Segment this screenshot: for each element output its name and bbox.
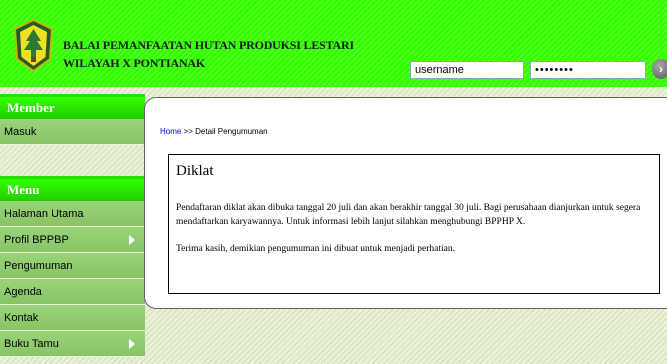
password-input[interactable] xyxy=(530,61,646,79)
org-name-line2: WILAYAH X PONTIANAK xyxy=(63,56,206,70)
sidebar: Member Masuk Menu Halaman Utama Profil B… xyxy=(0,94,145,357)
announcement-paragraph: Pendaftaran diklat akan dibuka tanggal 2… xyxy=(176,203,641,227)
breadcrumb-current: >> Detail Pengumuman xyxy=(181,127,268,136)
sidebar-item-label: Agenda xyxy=(4,286,42,298)
sidebar-item-kontak[interactable]: Kontak xyxy=(0,305,145,331)
sidebar-item-label: Halaman Utama xyxy=(4,208,84,220)
menu-heading: Menu xyxy=(0,176,145,201)
breadcrumb: Home >> Detail Pengumuman xyxy=(160,127,268,136)
sidebar-item-masuk[interactable]: Masuk xyxy=(0,119,145,145)
chevron-right-icon: › xyxy=(659,62,663,76)
sidebar-item-label: Pengumuman xyxy=(4,260,73,272)
sidebar-item-agenda[interactable]: Agenda xyxy=(0,279,145,305)
site-header: BALAI PEMANFAATAN HUTAN PRODUKSI LESTARI… xyxy=(0,0,667,87)
sidebar-item-label: Kontak xyxy=(4,312,39,324)
login-button[interactable]: › xyxy=(652,59,667,79)
org-name-line1: BALAI PEMANFAATAN HUTAN PRODUKSI LESTARI xyxy=(63,38,354,52)
submenu-arrow-icon xyxy=(127,338,135,350)
sidebar-item-label: Profil BPPBP xyxy=(4,234,69,246)
tree-emblem-icon xyxy=(13,19,54,72)
announcement-paragraph: Terima kasih, demikian pengumuman ini di… xyxy=(176,244,455,254)
sidebar-item-label: Masuk xyxy=(4,126,37,138)
submenu-arrow-icon xyxy=(127,234,135,246)
sidebar-item-buku-tamu[interactable]: Buku Tamu xyxy=(0,331,145,357)
username-input[interactable] xyxy=(410,61,524,79)
member-heading: Member xyxy=(0,94,145,119)
main-panel: Home >> Detail Pengumuman Diklat Pendaft… xyxy=(144,97,667,309)
sidebar-item-pengumuman[interactable]: Pengumuman xyxy=(0,253,145,279)
announcement-body: Pendaftaran diklat akan dibuka tanggal 2… xyxy=(176,201,656,269)
announcement-title: Diklat xyxy=(176,163,214,179)
announcement-box: Diklat Pendaftaran diklat akan dibuka ta… xyxy=(168,154,660,294)
breadcrumb-home-link[interactable]: Home xyxy=(160,127,181,136)
organization-name: BALAI PEMANFAATAN HUTAN PRODUKSI LESTARI… xyxy=(63,36,354,72)
sidebar-item-profil-bppbp[interactable]: Profil BPPBP xyxy=(0,227,145,253)
sidebar-item-label: Buku Tamu xyxy=(4,338,59,350)
sidebar-item-halaman-utama[interactable]: Halaman Utama xyxy=(0,201,145,227)
